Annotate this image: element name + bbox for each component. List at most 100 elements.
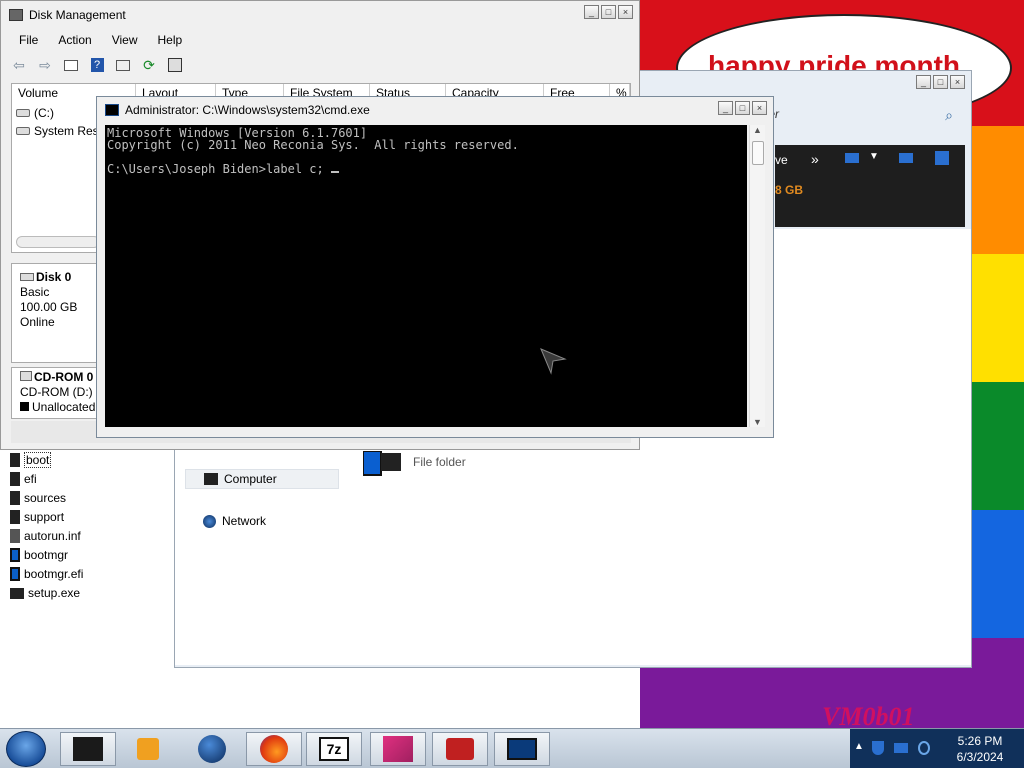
drive-size-text: 8 GB (775, 183, 804, 197)
properties-icon[interactable] (113, 56, 133, 74)
preview-pane-icon[interactable] (899, 153, 913, 163)
minimize-button[interactable]: _ (584, 5, 599, 19)
disk-0-panel[interactable]: Disk 0 Basic 100.00 GB Online (11, 263, 99, 363)
prompt-text: C:\Users\Joseph Biden>label c; (107, 162, 331, 176)
console-tree-icon[interactable] (61, 56, 81, 74)
taskbar-7zip[interactable]: 7z (306, 732, 362, 766)
menu-view[interactable]: View (102, 31, 148, 51)
scroll-up-arrow-icon[interactable]: ▲ (753, 125, 762, 135)
minimize-button[interactable]: _ (916, 75, 931, 89)
console-output[interactable]: Microsoft Windows [Version 6.1.7601] Copy… (105, 125, 747, 427)
media-player-icon (137, 738, 159, 760)
close-button[interactable]: × (950, 75, 965, 89)
menu-file[interactable]: File (9, 31, 48, 51)
cmd-caption-buttons: _ □ × (718, 101, 767, 115)
disk-0-state: Online (20, 315, 55, 329)
taskbar: 7z ▲ 5:26 PM 6/3/2024 (0, 728, 1024, 768)
disk-management-titlebar[interactable]: Disk Management (1, 1, 639, 29)
nav-item-network[interactable]: Network (185, 511, 339, 531)
disk-name-label: Disk 0 (36, 270, 72, 284)
taskbar-terminal-app[interactable] (60, 732, 116, 766)
maximize-button[interactable]: □ (601, 5, 616, 19)
unallocated-legend: Unallocated (12, 400, 98, 415)
system-tray: ▲ 5:26 PM 6/3/2024 (850, 729, 1024, 768)
command-prompt-window[interactable]: Administrator: C:\Windows\system32\cmd.e… (96, 96, 774, 438)
scroll-down-arrow-icon[interactable]: ▼ (753, 417, 762, 427)
maximize-button[interactable]: □ (933, 75, 948, 89)
back-arrow-icon[interactable]: ⇦ (9, 56, 29, 74)
taskbar-monitor-app[interactable] (494, 732, 550, 766)
shield-icon[interactable] (872, 741, 884, 755)
refresh-icon[interactable]: ⟳ (139, 56, 159, 74)
legend-swatch (20, 402, 29, 411)
explorer-caption-buttons: _ □ × (916, 75, 965, 89)
document-icon (10, 529, 20, 543)
folder-icon (10, 472, 20, 486)
chevron-down-icon[interactable]: ▼ (869, 151, 879, 162)
vertical-scrollbar[interactable]: ▲ ▼ (749, 125, 765, 427)
list-item[interactable]: autorun.inf (10, 527, 81, 545)
nav-item-label: Computer (224, 472, 277, 486)
text-cursor (330, 171, 339, 173)
list-item[interactable]: bootmgr.efi (10, 565, 83, 583)
disk-0-name: Disk 0 (12, 264, 98, 285)
horizontal-scrollbar[interactable] (16, 236, 100, 248)
list-item[interactable]: boot (10, 451, 52, 469)
volume-row[interactable]: System Rese (16, 122, 105, 140)
taskbar-firefox[interactable] (246, 732, 302, 766)
cdrom-0-panel[interactable]: CD-ROM 0 CD-ROM (D:) Unallocated (11, 367, 99, 419)
diskmgmt-caption-buttons: _ □ × (584, 5, 633, 19)
list-item[interactable]: setup.exe (10, 584, 80, 602)
maximize-button[interactable]: □ (735, 101, 750, 115)
window-title: Disk Management (29, 8, 126, 22)
menu-bar: File Action View Help (9, 31, 192, 51)
explorer-command-bar: ve » ▼ (775, 145, 965, 227)
menu-action[interactable]: Action (48, 31, 101, 51)
prompt-line: C:\Users\Joseph Biden>label c; (107, 163, 745, 175)
menu-help[interactable]: Help (148, 31, 193, 51)
file-name: boot (24, 452, 52, 468)
mouse-pointer-icon (540, 348, 567, 375)
drive-icon (16, 127, 30, 135)
folder-icon (10, 510, 20, 524)
nav-item-label: Network (222, 514, 267, 528)
search-icon[interactable]: ⌕ (945, 107, 953, 124)
taskbar-toolbox-app[interactable] (432, 732, 488, 766)
image-app-icon (383, 736, 413, 762)
console-line: Copyright (c) 2011 Neo Reconia Sys. All … (107, 138, 519, 152)
chevron-right-icon[interactable]: » (811, 151, 819, 167)
view-icon[interactable] (845, 153, 859, 163)
close-button[interactable]: × (618, 5, 633, 19)
cmd-titlebar[interactable]: Administrator: C:\Windows\system32\cmd.e… (97, 97, 773, 123)
taskbar-image-app[interactable] (370, 732, 426, 766)
command-bar-label[interactable]: ve (775, 153, 788, 167)
list-item[interactable]: sources (10, 489, 66, 507)
clock-date: 6/3/2024 (956, 750, 1004, 764)
rescan-icon[interactable] (165, 56, 185, 74)
taskbar-globe-app[interactable] (184, 732, 240, 766)
help-icon[interactable] (935, 151, 949, 165)
minimize-button[interactable]: _ (718, 101, 733, 115)
start-button[interactable] (6, 731, 46, 767)
clock[interactable]: 5:26 PM 6/3/2024 (940, 733, 1020, 765)
help-icon[interactable]: ? (87, 56, 107, 74)
toolbox-icon (446, 738, 474, 760)
network-icon (203, 514, 216, 528)
list-item[interactable]: bootmgr (10, 546, 68, 564)
file-name: setup.exe (28, 586, 81, 600)
forward-arrow-icon[interactable]: ⇨ (35, 56, 55, 74)
list-item[interactable]: support (10, 508, 64, 526)
list-item[interactable]: efi (10, 470, 37, 488)
nav-item-computer[interactable]: Computer (185, 469, 339, 489)
file-name: sources (24, 491, 67, 505)
close-button[interactable]: × (752, 101, 767, 115)
volume-row[interactable]: (C:) (16, 104, 54, 122)
network-tray-icon[interactable] (894, 743, 908, 753)
scrollbar-thumb[interactable] (752, 141, 764, 165)
7zip-icon: 7z (319, 737, 349, 761)
taskbar-media-player[interactable] (120, 732, 176, 766)
legend-label: Unallocated (32, 400, 96, 414)
volume-icon[interactable] (918, 741, 930, 755)
show-hidden-icons-icon[interactable]: ▲ (854, 741, 864, 752)
folder-icon (10, 491, 20, 505)
